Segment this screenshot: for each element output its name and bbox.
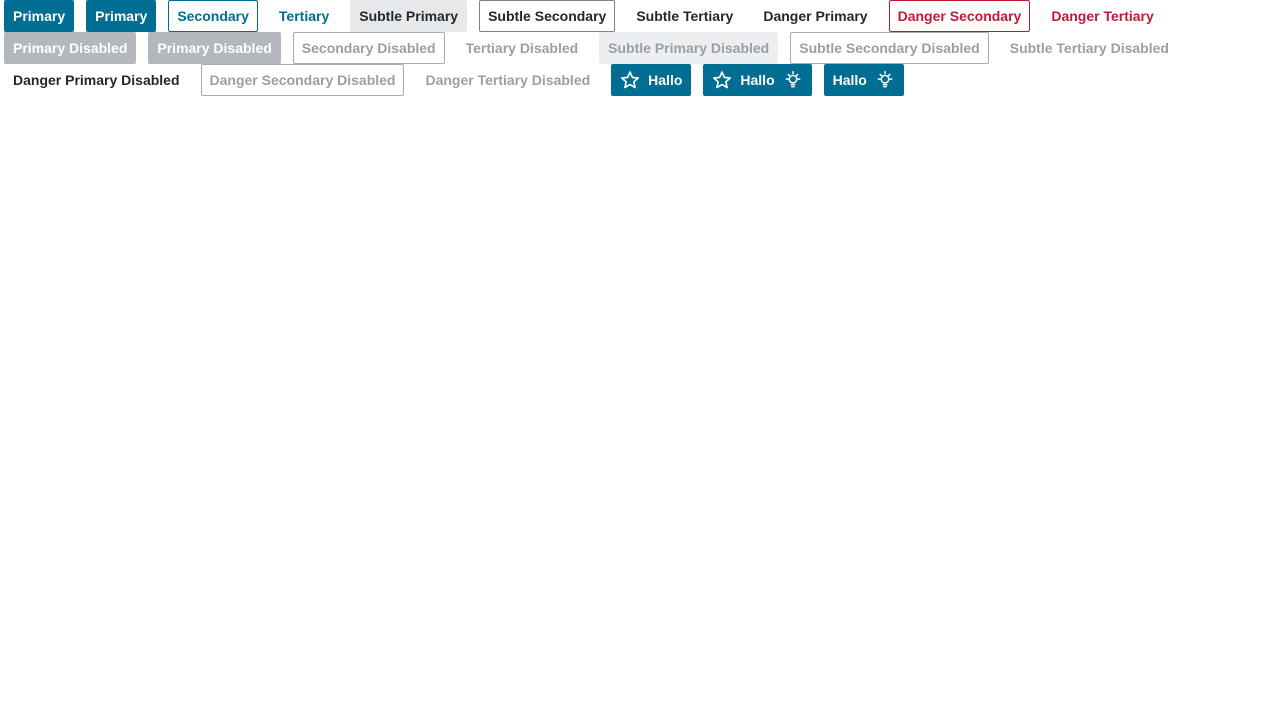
danger-primary-button[interactable]: Danger Primary bbox=[754, 0, 876, 32]
button-row-danger-disabled-and-icons: Danger Primary Disabled Danger Secondary… bbox=[4, 64, 1276, 96]
button-label: Primary Disabled bbox=[13, 40, 128, 56]
button-label: Danger Primary bbox=[763, 8, 868, 24]
subtle-primary-button[interactable]: Subtle Primary bbox=[350, 0, 468, 32]
button-label: Danger Secondary Disabled bbox=[209, 72, 396, 88]
button-label: Hallo bbox=[648, 72, 683, 88]
primary-button-alt[interactable]: Primary bbox=[86, 0, 157, 32]
secondary-button[interactable]: Secondary bbox=[168, 0, 258, 32]
button-label: Subtle Secondary Disabled bbox=[799, 40, 980, 56]
button-label: Tertiary Disabled bbox=[465, 40, 579, 56]
button-label: Subtle Tertiary Disabled bbox=[1009, 40, 1169, 56]
tertiary-button[interactable]: Tertiary bbox=[270, 0, 338, 32]
button-label: Danger Primary Disabled bbox=[13, 72, 180, 88]
secondary-disabled-button[interactable]: Secondary Disabled bbox=[292, 32, 445, 64]
icon-button-trailing-bulb[interactable]: Hallo bbox=[823, 64, 904, 96]
button-row-enabled: Primary Primary Secondary Tertiary Subtl… bbox=[4, 0, 1276, 32]
danger-tertiary-disabled-button[interactable]: Danger Tertiary Disabled bbox=[416, 64, 599, 96]
subtle-tertiary-disabled-button[interactable]: Subtle Tertiary Disabled bbox=[1001, 32, 1178, 64]
button-label: Subtle Secondary bbox=[488, 8, 607, 24]
icon-button-star-and-bulb[interactable]: Hallo bbox=[703, 64, 812, 96]
star-icon bbox=[620, 70, 640, 90]
icon-button-leading-star[interactable]: Hallo bbox=[611, 64, 692, 96]
danger-secondary-disabled-button[interactable]: Danger Secondary Disabled bbox=[200, 64, 405, 96]
button-label: Subtle Tertiary bbox=[636, 8, 734, 24]
button-label: Danger Tertiary Disabled bbox=[425, 72, 591, 88]
lightbulb-icon bbox=[783, 70, 803, 90]
danger-secondary-button[interactable]: Danger Secondary bbox=[888, 0, 1031, 32]
primary-button[interactable]: Primary bbox=[4, 0, 75, 32]
button-label: Danger Secondary bbox=[897, 8, 1022, 24]
subtle-tertiary-button[interactable]: Subtle Tertiary bbox=[627, 0, 742, 32]
subtle-secondary-button[interactable]: Subtle Secondary bbox=[479, 0, 616, 32]
tertiary-disabled-button[interactable]: Tertiary Disabled bbox=[457, 32, 588, 64]
button-label: Secondary Disabled bbox=[301, 40, 436, 56]
danger-tertiary-button[interactable]: Danger Tertiary bbox=[1042, 0, 1162, 32]
button-label: Primary bbox=[13, 8, 66, 24]
button-showcase: Primary Primary Secondary Tertiary Subtl… bbox=[0, 0, 1280, 96]
subtle-secondary-disabled-button[interactable]: Subtle Secondary Disabled bbox=[790, 32, 989, 64]
button-row-disabled: Primary Disabled Primary Disabled Second… bbox=[4, 32, 1276, 64]
button-label: Hallo bbox=[832, 72, 867, 88]
star-icon bbox=[712, 70, 732, 90]
button-label: Subtle Primary Disabled bbox=[608, 40, 770, 56]
subtle-primary-disabled-button[interactable]: Subtle Primary Disabled bbox=[599, 32, 779, 64]
button-label: Primary bbox=[95, 8, 148, 24]
primary-disabled-button-alt[interactable]: Primary Disabled bbox=[148, 32, 281, 64]
button-label: Subtle Primary bbox=[359, 8, 459, 24]
danger-primary-disabled-button[interactable]: Danger Primary Disabled bbox=[4, 64, 189, 96]
primary-disabled-button[interactable]: Primary Disabled bbox=[4, 32, 137, 64]
lightbulb-icon bbox=[875, 70, 895, 90]
button-label: Secondary bbox=[177, 8, 249, 24]
button-label: Primary Disabled bbox=[157, 40, 272, 56]
button-label: Tertiary bbox=[278, 8, 330, 24]
button-label: Hallo bbox=[740, 72, 775, 88]
button-label: Danger Tertiary bbox=[1051, 8, 1154, 24]
